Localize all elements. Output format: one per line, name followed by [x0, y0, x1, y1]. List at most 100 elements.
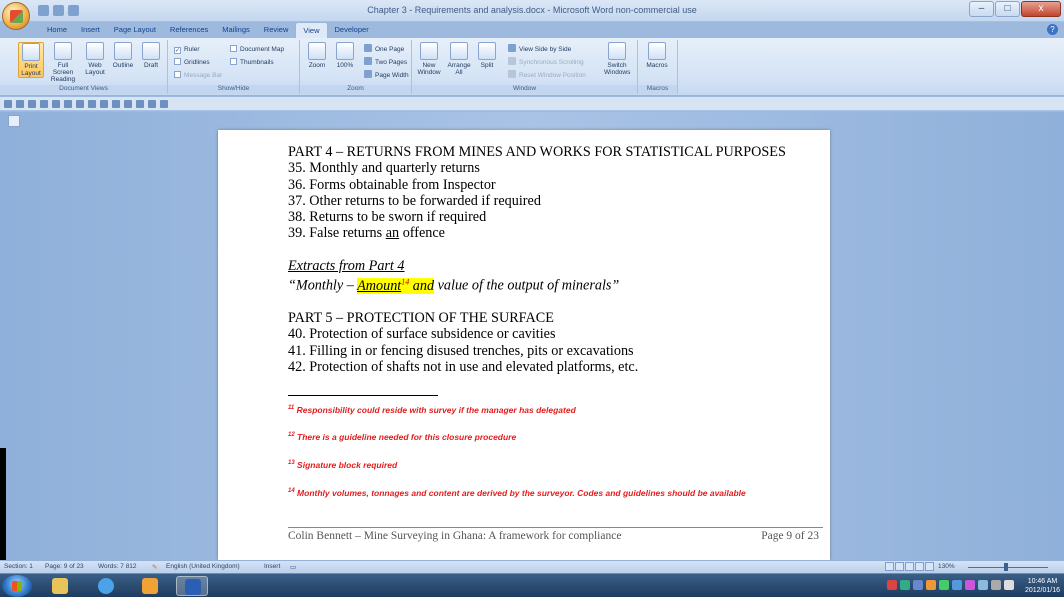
synchronous-scrolling-button[interactable]: Synchronous Scrolling: [508, 57, 584, 68]
filter-icon[interactable]: [88, 100, 96, 108]
tray-icon[interactable]: [952, 580, 962, 590]
print-layout-button[interactable]: Print Layout: [18, 42, 44, 78]
tray-icon[interactable]: [887, 580, 897, 590]
group-label-document-views: Document Views: [0, 85, 167, 94]
draft-button[interactable]: Draft: [138, 42, 164, 69]
taskbar-media[interactable]: [134, 576, 166, 596]
taskbar-word[interactable]: [176, 576, 208, 596]
reset-window-position-button[interactable]: Reset Window Position: [508, 70, 586, 81]
print-layout-view-icon[interactable]: [885, 562, 894, 571]
status-section[interactable]: Section: 1: [4, 563, 33, 570]
help-icon[interactable]: ?: [1047, 24, 1058, 35]
tab-review[interactable]: Review: [257, 22, 296, 38]
tray-icon[interactable]: [978, 580, 988, 590]
print-layout-icon: [22, 43, 40, 61]
message-bar-checkbox[interactable]: Message Bar: [174, 70, 222, 81]
zoom-100-icon: [336, 42, 354, 60]
print-preview-icon[interactable]: [100, 100, 108, 108]
status-language[interactable]: English (United Kingdom): [166, 563, 240, 570]
full-screen-reading-button[interactable]: Full Screen Reading: [50, 42, 76, 83]
ribbon-tabs: Home Insert Page Layout References Maili…: [40, 22, 376, 38]
group-label-show-hide: Show/Hide: [168, 85, 299, 94]
tab-mailings[interactable]: Mailings: [215, 22, 257, 38]
list-item: 38. Returns to be sworn if required: [288, 209, 487, 226]
tab-home[interactable]: Home: [40, 22, 74, 38]
save-icon[interactable]: [4, 100, 12, 108]
customize-qat-icon[interactable]: [160, 100, 168, 108]
document-map-checkbox[interactable]: Document Map: [230, 44, 284, 55]
side-by-side-icon: [508, 44, 516, 52]
gridlines-checkbox[interactable]: Gridlines: [174, 57, 210, 68]
undo-icon[interactable]: [16, 100, 24, 108]
office-logo-icon: [10, 10, 23, 23]
tray-icon[interactable]: [913, 580, 923, 590]
group-show-hide: ✓ Ruler Gridlines Message Bar Document Ma…: [168, 40, 300, 94]
tab-page-layout[interactable]: Page Layout: [107, 22, 163, 38]
close-button[interactable]: x: [1021, 1, 1061, 17]
footnote: 11 Responsibility could reside with surv…: [288, 405, 576, 415]
tab-references[interactable]: References: [163, 22, 215, 38]
page-width-button[interactable]: Page Width: [364, 70, 409, 81]
list-item: 37. Other returns to be forwarded if req…: [288, 192, 541, 209]
status-words[interactable]: Words: 7 812: [98, 563, 137, 570]
border-icon[interactable]: [76, 100, 84, 108]
tab-developer[interactable]: Developer: [328, 22, 376, 38]
tab-insert[interactable]: Insert: [74, 22, 107, 38]
track-changes-icon[interactable]: [112, 100, 120, 108]
tray-icon[interactable]: [939, 580, 949, 590]
split-button[interactable]: Split: [474, 42, 500, 69]
tray-icon[interactable]: [926, 580, 936, 590]
redo-icon[interactable]: [28, 100, 36, 108]
network-icon[interactable]: [991, 580, 1001, 590]
full-screen-view-icon[interactable]: [895, 562, 904, 571]
zoom-100-button[interactable]: 100%: [332, 42, 358, 69]
web-layout-button[interactable]: Web Layout: [82, 42, 108, 76]
web-layout-view-icon[interactable]: [905, 562, 914, 571]
maximize-button[interactable]: □: [995, 1, 1020, 17]
spelling-icon[interactable]: [136, 100, 144, 108]
part4-heading: PART 4 – RETURNS FROM MINES AND WORKS FO…: [288, 144, 786, 160]
outline-button[interactable]: Outline: [110, 42, 136, 69]
minimize-button[interactable]: –: [969, 1, 994, 17]
macro-record-status-icon[interactable]: ▭: [290, 563, 296, 571]
zoom-slider[interactable]: 130%: [938, 563, 1058, 572]
volume-icon[interactable]: [1004, 580, 1014, 590]
highlight-icon[interactable]: [52, 100, 60, 108]
status-insert-mode[interactable]: Insert: [264, 563, 280, 570]
thumbnails-checkbox[interactable]: Thumbnails: [230, 57, 274, 68]
one-page-button[interactable]: One Page: [364, 44, 404, 55]
tray-icon[interactable]: [900, 580, 910, 590]
switch-windows-button[interactable]: Switch Windows: [604, 42, 630, 76]
zoom-level[interactable]: 130%: [938, 563, 955, 570]
outline-view-icon[interactable]: [915, 562, 924, 571]
zoom-button[interactable]: Zoom: [304, 42, 330, 69]
document-page[interactable]: PART 4 – RETURNS FROM MINES AND WORKS FO…: [218, 130, 830, 560]
taskbar-explorer[interactable]: [44, 576, 76, 596]
view-side-by-side-button[interactable]: View Side by Side: [508, 44, 571, 55]
table-icon[interactable]: [64, 100, 72, 108]
start-button[interactable]: [2, 575, 32, 597]
draft-view-icon[interactable]: [925, 562, 934, 571]
ruler-toggle-button[interactable]: [8, 115, 20, 127]
left-edge-strip: [0, 448, 6, 560]
comment-icon[interactable]: [124, 100, 132, 108]
status-page[interactable]: Page: 9 of 23: [45, 563, 84, 570]
arrange-all-button[interactable]: Arrange All: [446, 42, 472, 76]
two-pages-button[interactable]: Two Pages: [364, 57, 407, 68]
show-marks-icon[interactable]: [40, 100, 48, 108]
split-icon: [478, 42, 496, 60]
new-window-button[interactable]: New Window: [416, 42, 442, 76]
list-item: 42. Protection of shafts not in use and …: [288, 359, 639, 375]
tray-icon[interactable]: [965, 580, 975, 590]
office-button[interactable]: [2, 2, 30, 30]
tab-view[interactable]: View: [295, 22, 328, 38]
zoom-thumb[interactable]: [1004, 563, 1008, 571]
ruler-checkbox[interactable]: ✓ Ruler: [174, 44, 200, 55]
macros-button[interactable]: Macros: [644, 42, 670, 69]
taskbar-ie[interactable]: [90, 576, 122, 596]
macro-record-icon[interactable]: [148, 100, 156, 108]
footnote-separator: [288, 395, 438, 396]
sync-scroll-icon: [508, 57, 516, 65]
proofing-icon[interactable]: ✎: [152, 563, 157, 571]
clock[interactable]: 10:46 AM 2012/01/16: [1025, 577, 1060, 595]
